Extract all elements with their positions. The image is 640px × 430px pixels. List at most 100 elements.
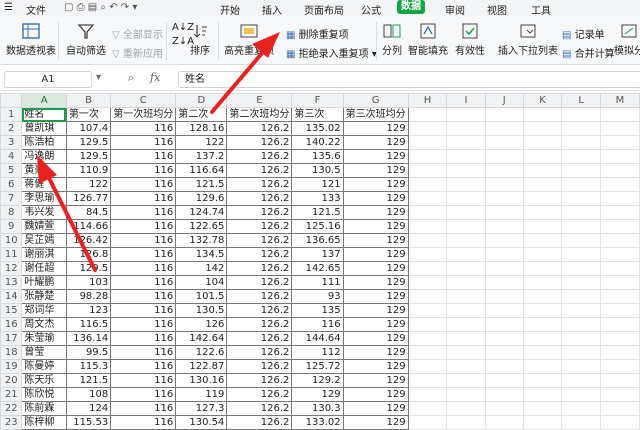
cell-b15[interactable]: 123 — [65, 303, 112, 318]
empty-cell[interactable] — [522, 289, 563, 304]
empty-cell[interactable] — [599, 275, 640, 290]
empty-cell[interactable] — [599, 247, 640, 262]
empty-cell[interactable] — [561, 107, 601, 122]
cell-f17[interactable]: 144.64 — [291, 331, 344, 346]
cell-d21[interactable]: 119 — [175, 387, 228, 402]
empty-cell[interactable] — [446, 387, 486, 402]
empty-cell[interactable] — [561, 219, 601, 234]
cell-b3[interactable]: 129.5 — [65, 135, 112, 150]
empty-cell[interactable] — [599, 303, 640, 318]
cell-c4[interactable]: 116 — [110, 149, 177, 164]
empty-cell[interactable] — [484, 149, 524, 164]
column-header[interactable]: J — [484, 93, 524, 108]
cell-c3[interactable]: 116 — [110, 135, 177, 150]
empty-cell[interactable] — [407, 359, 448, 374]
cell-e2[interactable]: 126.2 — [226, 121, 293, 136]
empty-cell[interactable] — [599, 121, 640, 136]
cell-c8[interactable]: 116 — [110, 205, 177, 220]
empty-cell[interactable] — [522, 345, 563, 360]
empty-cell[interactable] — [522, 261, 563, 276]
cell-e13[interactable]: 126.2 — [226, 275, 293, 290]
cell-c23[interactable]: 116 — [110, 415, 177, 430]
cell-f2[interactable]: 135.02 — [291, 121, 344, 136]
cell-e4[interactable]: 126.2 — [226, 149, 293, 164]
tab-tools[interactable]: 工具 — [531, 2, 551, 17]
cell-d4[interactable]: 137.2 — [175, 149, 228, 164]
row-header[interactable]: 3 — [0, 135, 23, 150]
cell-e23[interactable]: 126.2 — [226, 415, 293, 430]
empty-cell[interactable] — [522, 149, 563, 164]
tab-review[interactable]: 审阅 — [445, 2, 465, 17]
cell-d19[interactable]: 122.87 — [175, 359, 228, 374]
cell-f14[interactable]: 93 — [291, 289, 344, 304]
empty-cell[interactable] — [599, 261, 640, 276]
empty-cell[interactable] — [522, 107, 563, 122]
cell-a7[interactable]: 李思瑜 — [21, 191, 67, 206]
empty-cell[interactable] — [599, 163, 640, 178]
cell-g2[interactable]: 129 — [342, 121, 409, 136]
select-all-corner[interactable] — [0, 93, 23, 108]
cell-b9[interactable]: 114.66 — [65, 219, 112, 234]
column-header[interactable]: A — [21, 93, 67, 108]
row-header[interactable]: 21 — [0, 387, 23, 402]
row-header[interactable]: 4 — [0, 149, 23, 164]
cell-a17[interactable]: 朱莹瑜 — [21, 331, 67, 346]
cell-g5[interactable]: 129 — [342, 163, 409, 178]
empty-cell[interactable] — [446, 205, 486, 220]
simulate-button[interactable]: 模拟分 — [614, 22, 640, 57]
empty-cell[interactable] — [484, 233, 524, 248]
empty-cell[interactable] — [407, 373, 448, 388]
cell-c10[interactable]: 116 — [110, 233, 177, 248]
cell-a10[interactable]: 吴芷嫣 — [21, 233, 67, 248]
function-icon[interactable]: fx — [150, 71, 160, 84]
empty-cell[interactable] — [599, 331, 640, 346]
cell-e6[interactable]: 126.2 — [226, 177, 293, 192]
remove-duplicates-button[interactable]: ▦ 删除重复项 — [286, 26, 349, 41]
cell-e5[interactable]: 126.2 — [226, 163, 293, 178]
cell-a20[interactable]: 陈天乐 — [21, 373, 67, 388]
empty-cell[interactable] — [561, 373, 601, 388]
cell-f23[interactable]: 133.02 — [291, 415, 344, 430]
empty-cell[interactable] — [446, 135, 486, 150]
column-header[interactable]: I — [446, 93, 486, 108]
empty-cell[interactable] — [484, 163, 524, 178]
highlight-duplicates-button[interactable]: 高亮重复项 — [224, 22, 274, 57]
row-header[interactable]: 1 — [0, 107, 23, 122]
cell-b23[interactable]: 115.53 — [65, 415, 112, 430]
empty-cell[interactable] — [484, 205, 524, 220]
row-header[interactable]: 11 — [0, 247, 23, 262]
cell-e20[interactable]: 126.2 — [226, 373, 293, 388]
cell-b1[interactable]: 第一次 — [65, 107, 112, 122]
empty-cell[interactable] — [522, 219, 563, 234]
empty-cell[interactable] — [484, 387, 524, 402]
empty-cell[interactable] — [407, 135, 448, 150]
empty-cell[interactable] — [599, 387, 640, 402]
cell-c6[interactable]: 116 — [110, 177, 177, 192]
consolidate-button[interactable]: ▤ 合并计算 — [562, 45, 615, 60]
reapply-button[interactable]: ▽ 重新应用 — [112, 45, 163, 60]
cell-a14[interactable]: 张静楚 — [21, 289, 67, 304]
empty-cell[interactable] — [599, 289, 640, 304]
cell-c20[interactable]: 116 — [110, 373, 177, 388]
column-header[interactable]: B — [65, 93, 112, 108]
empty-cell[interactable] — [484, 247, 524, 262]
row-header[interactable]: 6 — [0, 177, 23, 192]
cell-g23[interactable]: 129 — [342, 415, 409, 430]
empty-cell[interactable] — [522, 135, 563, 150]
row-header[interactable]: 15 — [0, 303, 23, 318]
auto-filter-button[interactable]: 自动筛选 — [66, 22, 106, 57]
cell-g15[interactable]: 129 — [342, 303, 409, 318]
empty-cell[interactable] — [561, 177, 601, 192]
empty-cell[interactable] — [446, 303, 486, 318]
quick-access-icons[interactable]: ▢ ⎙ ▤ ⌕ ↶ ↷ ▾ — [64, 2, 137, 13]
cell-c18[interactable]: 116 — [110, 345, 177, 360]
cell-d14[interactable]: 101.5 — [175, 289, 228, 304]
empty-cell[interactable] — [561, 303, 601, 318]
empty-cell[interactable] — [446, 121, 486, 136]
cell-c21[interactable]: 116 — [110, 387, 177, 402]
cell-e18[interactable]: 126.2 — [226, 345, 293, 360]
empty-cell[interactable] — [599, 107, 640, 122]
empty-cell[interactable] — [484, 289, 524, 304]
cell-d17[interactable]: 142.64 — [175, 331, 228, 346]
empty-cell[interactable] — [599, 345, 640, 360]
